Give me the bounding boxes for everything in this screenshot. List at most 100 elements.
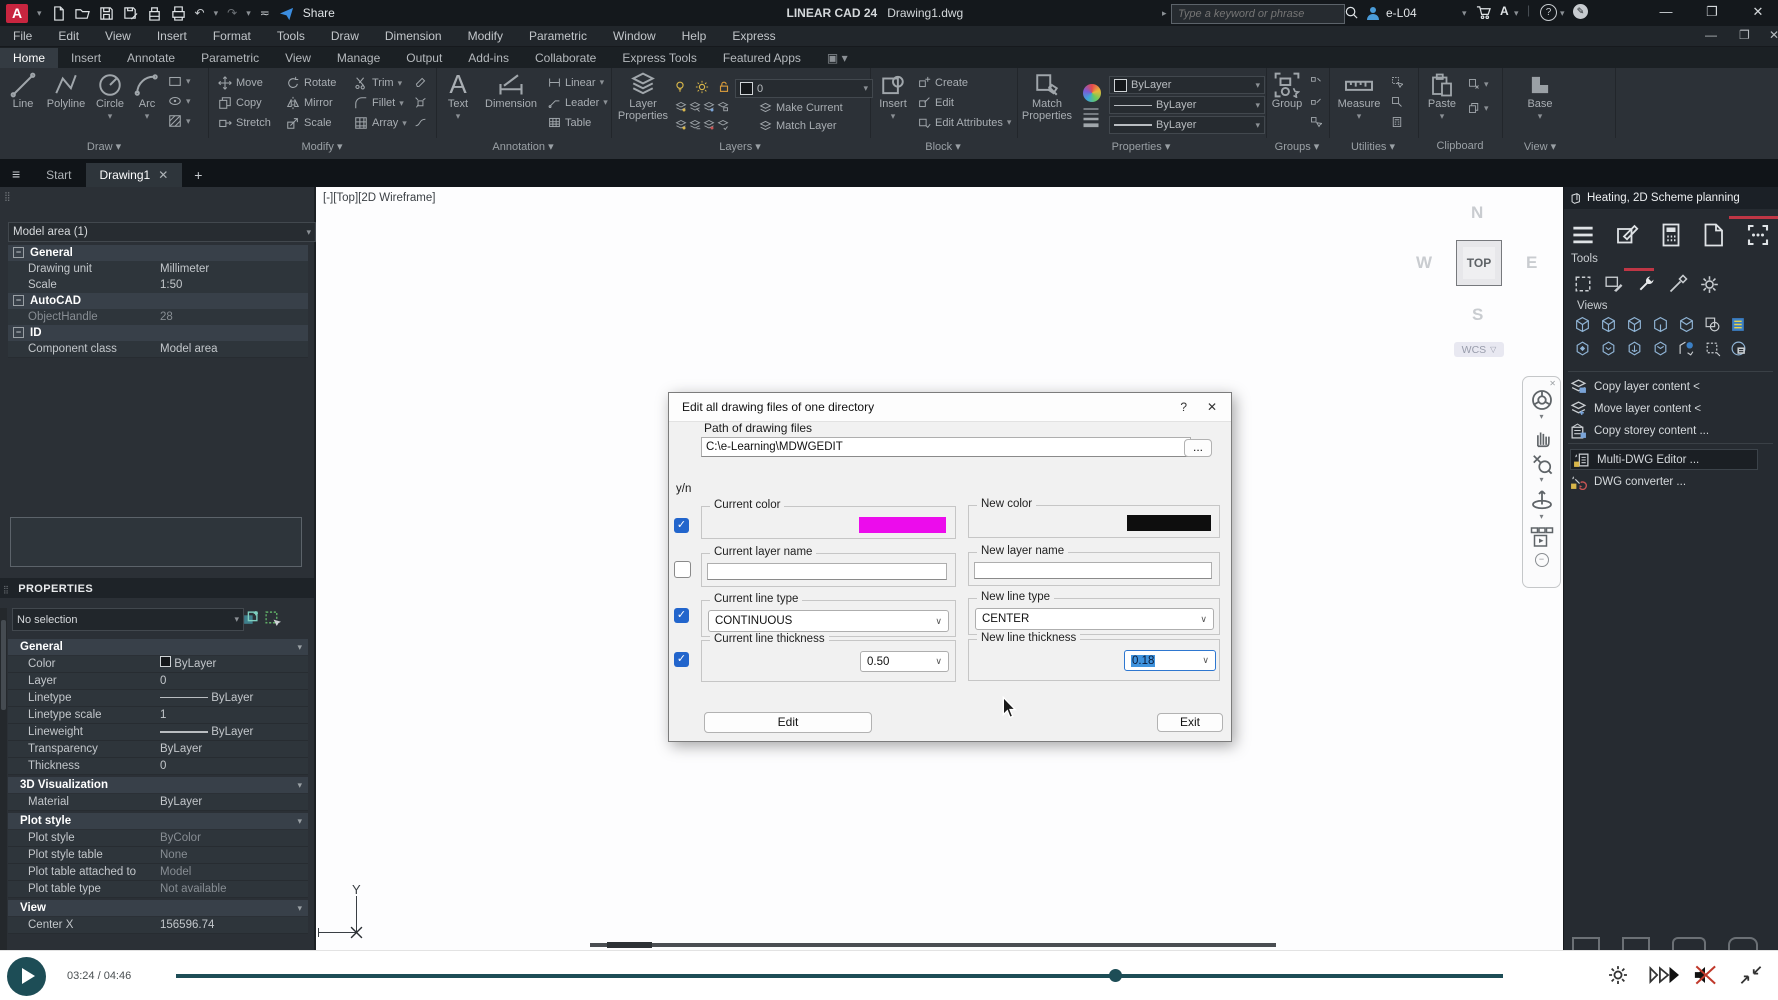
navbar-close-icon[interactable]: ✕	[1549, 379, 1556, 388]
dialog-help-icon[interactable]: ?	[1180, 400, 1187, 414]
ribbon-tab-output[interactable]: Output	[393, 48, 455, 68]
tab-drawing1[interactable]: Drawing1✕	[86, 163, 183, 187]
cut-icon[interactable]: ▾	[1468, 78, 1489, 90]
tool-select-icon[interactable]	[1574, 275, 1592, 293]
canvas-hscrollbar[interactable]	[590, 943, 1276, 947]
insert-button[interactable]: Insert▾	[874, 72, 912, 122]
view-back-icon[interactable]	[1626, 316, 1643, 333]
hatch-tool-button[interactable]: ▾	[168, 114, 191, 128]
section-general[interactable]: −General	[8, 245, 308, 261]
viewcube-west[interactable]: W	[1416, 253, 1432, 273]
app-menu-caret-icon[interactable]: ▾	[37, 8, 42, 19]
view-ne-iso-icon[interactable]	[1626, 340, 1643, 357]
copy-storey-content-item[interactable]: Copy storey content ...	[1570, 421, 1709, 440]
wheel-caret-icon[interactable]: ▾	[1539, 412, 1543, 421]
minimize-button[interactable]: —	[1652, 4, 1680, 19]
rotate-button[interactable]: Rotate	[286, 76, 336, 90]
undo-icon[interactable]: ↶	[195, 6, 205, 20]
measure-button[interactable]: Measure▾	[1335, 72, 1383, 122]
playback-speed-icon[interactable]	[1649, 965, 1679, 985]
file-tabs-menu-icon[interactable]: ≡	[0, 161, 32, 187]
edit-button[interactable]: Edit	[704, 712, 872, 733]
prop-row-linetype[interactable]: Linetype ByLayer	[8, 690, 308, 707]
mirror-button[interactable]: Mirror	[286, 96, 333, 110]
plot-icon[interactable]	[147, 6, 162, 21]
ribbon-tab-view[interactable]: View	[272, 48, 324, 68]
share-label[interactable]: Share	[303, 6, 335, 20]
layer-checkbox[interactable]	[674, 561, 691, 578]
viewcube-south[interactable]: S	[1472, 305, 1483, 325]
menu-parametric[interactable]: Parametric	[516, 29, 600, 43]
new-tab-button[interactable]: +	[182, 163, 214, 187]
erase-icon[interactable]	[414, 76, 427, 89]
menu-express[interactable]: Express	[719, 29, 788, 43]
move-layer-content-item[interactable]: Move layer content <	[1570, 399, 1701, 418]
navbar-collapse-icon[interactable]: −	[1535, 553, 1549, 567]
viewcube-top-face[interactable]: TOP	[1456, 240, 1502, 286]
object-color-dropdown[interactable]: ByLayer▾	[1109, 76, 1265, 94]
save-icon[interactable]	[99, 6, 114, 21]
menu-edit[interactable]: Edit	[45, 29, 92, 43]
prop-row-thickness[interactable]: Thickness0	[8, 758, 308, 775]
quick-calc-icon[interactable]	[1391, 116, 1403, 128]
section-id[interactable]: −ID	[8, 325, 308, 341]
fullscreen-exit-icon[interactable]	[1740, 965, 1762, 985]
panel-label-utilities[interactable]: Utilities ▾	[1351, 140, 1395, 153]
new-layer-input[interactable]	[974, 562, 1212, 579]
dimension-button[interactable]: Dimension	[480, 70, 542, 110]
model-area-dropdown[interactable]: Model area (1)▾	[8, 222, 316, 242]
line-button[interactable]: Line	[6, 72, 40, 110]
mode-calculator-icon[interactable]	[1660, 223, 1682, 247]
layer-properties-button[interactable]: LayerProperties	[617, 72, 669, 122]
tool-settings-gear-icon[interactable]	[1700, 275, 1719, 294]
apps-caret-icon[interactable]: ▾	[1514, 8, 1519, 19]
thickness-checkbox[interactable]: ✓	[674, 652, 689, 667]
search-input[interactable]	[1171, 4, 1345, 24]
layer-thaw-sun-icon[interactable]	[695, 80, 709, 94]
fillet-button[interactable]: Fillet▾	[354, 96, 404, 110]
new-file-icon[interactable]	[51, 6, 66, 21]
user-caret-icon[interactable]: ▾	[1462, 8, 1467, 19]
leader-button[interactable]: Leader▾	[548, 96, 608, 109]
move-button[interactable]: Move	[218, 76, 263, 90]
layer-unlock-icon[interactable]	[717, 80, 731, 94]
panel-label-draw[interactable]: Draw ▾	[87, 140, 121, 153]
copy-button[interactable]: Copy	[218, 96, 262, 110]
customize-icon[interactable]: ≂	[260, 6, 270, 20]
player-settings-icon[interactable]	[1607, 964, 1629, 986]
current-layer-input[interactable]	[707, 563, 947, 580]
dialog-title-bar[interactable]: Edit all drawing files of one directory …	[669, 393, 1231, 422]
ribbon-tab-annotate[interactable]: Annotate	[114, 48, 188, 68]
multi-dwg-editor-item[interactable]: Multi-DWG Editor ...	[1570, 449, 1758, 470]
table-row[interactable]: Component classModel area	[8, 341, 308, 358]
view-sw-iso-icon[interactable]	[1574, 340, 1591, 357]
join-icon[interactable]	[414, 116, 427, 129]
table-row[interactable]: ObjectHandle28	[8, 309, 308, 326]
menu-view[interactable]: View	[92, 29, 144, 43]
autodesk-app-icon[interactable]: A	[1500, 4, 1509, 18]
quick-select-icon[interactable]	[1391, 76, 1403, 88]
panel-label-block[interactable]: Block ▾	[925, 140, 960, 153]
ribbon-tab-collaborate[interactable]: Collaborate	[522, 48, 609, 68]
maximize-button[interactable]: ❐	[1698, 4, 1726, 20]
table-button[interactable]: Table	[548, 116, 591, 129]
viewport-controls-label[interactable]: [-][Top][2D Wireframe]	[323, 192, 435, 204]
create-block-button[interactable]: Create	[918, 76, 968, 89]
cart-icon[interactable]	[1476, 5, 1491, 20]
orbit-icon[interactable]	[1530, 488, 1554, 512]
polyline-button[interactable]: Polyline	[44, 72, 88, 110]
layer-select-dropdown[interactable]: 0▾	[735, 79, 873, 98]
doc-close-button[interactable]: ✕	[1756, 28, 1778, 42]
panel-label-modify[interactable]: Modify ▾	[302, 140, 343, 153]
zoom-caret-icon[interactable]: ▾	[1539, 475, 1543, 484]
group-select-icon[interactable]	[1310, 116, 1322, 128]
sidebar-scrollbar[interactable]	[0, 608, 7, 950]
panel-label-view[interactable]: View ▾	[1524, 140, 1556, 153]
view-layer-box-icon[interactable]	[1730, 316, 1747, 333]
doc-minimize-button[interactable]: —	[1692, 28, 1730, 42]
prop-row-transparency[interactable]: TransparencyByLayer	[8, 741, 308, 758]
showmotion-icon[interactable]	[1530, 525, 1554, 549]
paste-button[interactable]: Paste▾	[1424, 72, 1460, 122]
print-icon[interactable]	[171, 6, 186, 21]
arc-button[interactable]: Arc▾	[132, 72, 162, 122]
